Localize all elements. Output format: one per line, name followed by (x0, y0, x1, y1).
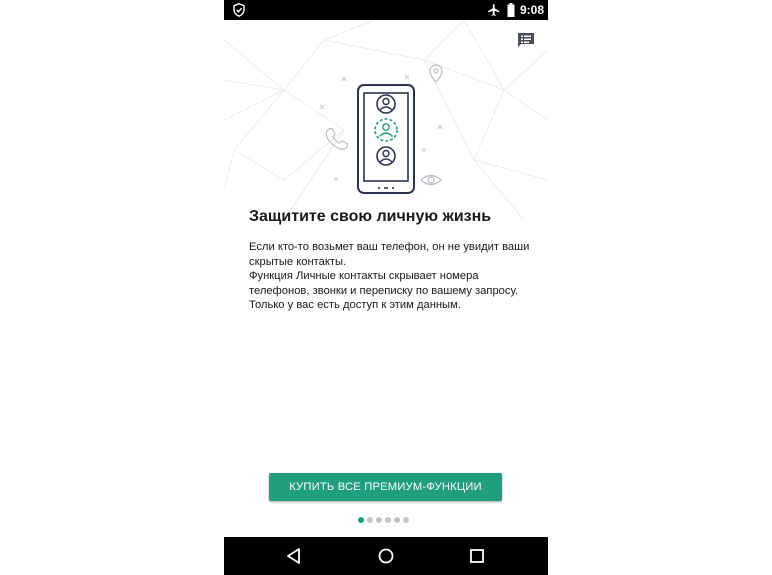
page-title: Защитите свою личную жизнь (249, 208, 492, 225)
message-list-icon[interactable] (517, 32, 535, 48)
page-dot (385, 517, 391, 523)
description: Если кто-то возьмет ваш телефон, он не у… (249, 240, 539, 313)
phone-contacts-illustration (357, 84, 415, 194)
clock: 9:08 (520, 3, 545, 17)
page-dot (403, 517, 409, 523)
recents-icon[interactable] (467, 546, 487, 566)
back-icon[interactable] (284, 546, 304, 566)
shield-check-icon (233, 3, 245, 17)
description-line: Если кто-то возьмет ваш телефон, он не у… (249, 241, 530, 268)
navigation-bar (224, 537, 548, 575)
home-icon[interactable] (376, 546, 396, 566)
description-line: Только у вас есть доступ к этим данным. (249, 299, 461, 311)
battery-icon (507, 3, 515, 17)
page-indicator (358, 517, 409, 525)
status-bar: 9:08 (224, 0, 548, 20)
page-dot-active (358, 517, 364, 523)
buy-premium-button[interactable]: КУПИТЬ ВСЕ ПРЕМИУМ-ФУНКЦИИ (269, 473, 502, 501)
page-dot (376, 517, 382, 523)
description-line: Функция Личные контакты скрывает номера … (249, 270, 519, 297)
phone-screen: 9:08 Защитите свою личную жизнь Если кто… (224, 0, 548, 575)
page-dot (367, 517, 373, 523)
page-dot (394, 517, 400, 523)
airplane-icon (488, 4, 500, 16)
